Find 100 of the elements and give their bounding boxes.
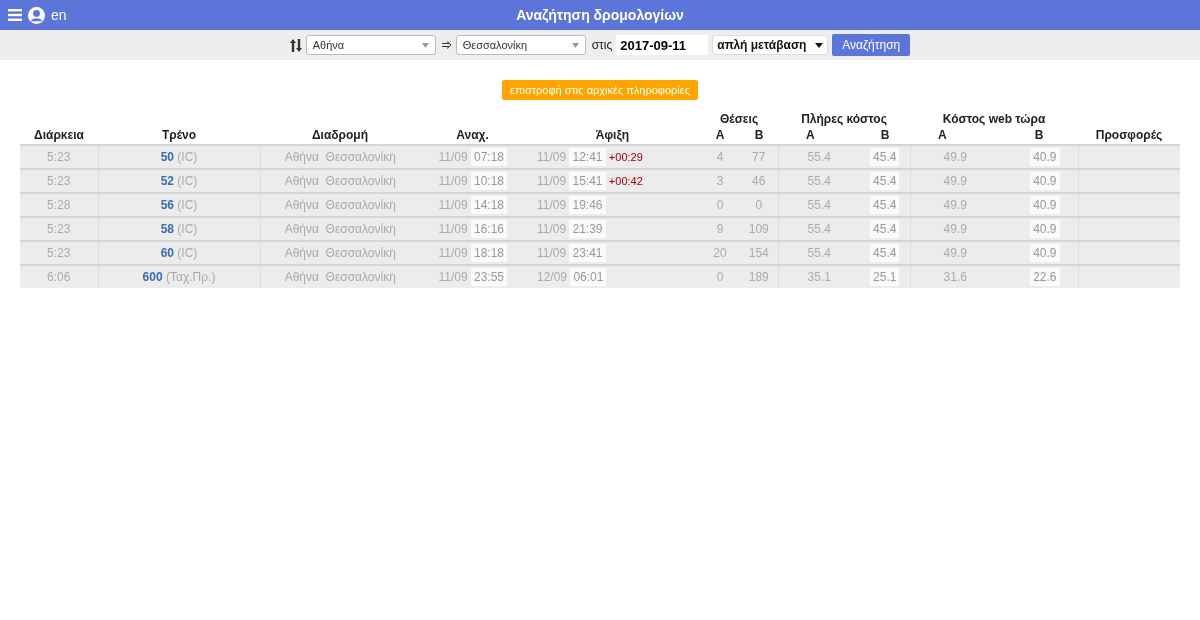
date-text: 11/09 — [438, 246, 468, 260]
date-text: 11/09 — [438, 174, 468, 188]
origin-text: Αθήνα — [284, 222, 319, 236]
train-number-link[interactable]: 52 — [160, 174, 174, 188]
date-text: 11/09 — [537, 174, 567, 188]
date-text: 12/09 — [537, 270, 568, 284]
time-text: 12:41 — [569, 148, 606, 166]
price-text: 40.9 — [1030, 172, 1060, 190]
train-type-text: (Ταχ.Πρ.) — [166, 270, 216, 284]
seats-text: 0 — [755, 198, 763, 212]
seats-text: 9 — [716, 222, 724, 236]
column-header: Διάρκεια — [34, 128, 84, 142]
column-header: Β — [1034, 128, 1044, 142]
price-text: 49.9 — [943, 174, 967, 188]
time-text: 18:18 — [470, 244, 507, 262]
column-header: Διαδρομή — [311, 128, 368, 142]
date-text: 11/09 — [537, 198, 567, 212]
time-text: 07:18 — [470, 148, 507, 166]
seats-text: 0 — [716, 270, 724, 284]
seats-text: 4 — [716, 150, 724, 164]
caret-icon — [815, 42, 824, 48]
date-text: 11/09 — [537, 150, 567, 164]
seats-text: 0 — [716, 198, 724, 212]
train-number-link[interactable]: 58 — [160, 222, 174, 236]
price-text: 45.4 — [870, 148, 900, 166]
time-text: 19:46 — [569, 196, 606, 214]
column-header: Β — [754, 128, 764, 142]
column-header: Προσφορές — [1095, 128, 1163, 142]
origin-text: Αθήνα — [284, 174, 319, 188]
seats-text: 189 — [748, 270, 769, 284]
train-type-text: (IC) — [177, 150, 198, 164]
caret-icon — [571, 42, 579, 48]
price-text: 45.4 — [870, 196, 900, 214]
train-number-link[interactable]: 600 — [142, 270, 163, 284]
train-number-link[interactable]: 60 — [160, 246, 174, 260]
seats-text: 109 — [748, 222, 769, 236]
arrow-icon — [441, 41, 452, 49]
price-text: 31.6 — [943, 270, 967, 284]
price-text: 40.9 — [1030, 196, 1060, 214]
search-button[interactable]: Αναζήτηση — [832, 34, 911, 56]
column-header: Α — [938, 128, 947, 142]
destination-text: Θεσσαλονίκη — [325, 222, 396, 236]
column-header: Τρένο — [161, 128, 197, 142]
duration-text: 5:23 — [47, 150, 71, 164]
date-text: 11/09 — [438, 198, 468, 212]
column-header: Θέσεις — [719, 112, 759, 126]
column-header: Πλήρες κόστος — [801, 112, 887, 126]
destination-text: Θεσσαλονίκη — [325, 246, 396, 260]
duration-text: 5:23 — [47, 246, 71, 260]
trip-type-select[interactable]: απλή μετάβαση — [712, 35, 829, 55]
menu-icon[interactable] — [8, 9, 22, 21]
origin-text: Αθήνα — [284, 270, 319, 284]
time-text: 14:18 — [470, 196, 507, 214]
date-field[interactable]: 2017-09-11 — [616, 35, 709, 55]
time-text: 16:16 — [470, 220, 507, 238]
duration-text: 6:06 — [47, 270, 71, 284]
column-header: Α — [715, 128, 725, 142]
price-text: 35.1 — [807, 270, 831, 284]
price-text: 40.9 — [1030, 148, 1060, 166]
price-text: 45.4 — [870, 172, 900, 190]
caret-icon — [421, 42, 429, 48]
train-number-link[interactable]: 50 — [160, 150, 174, 164]
user-icon[interactable] — [28, 6, 45, 24]
price-text: 40.9 — [1030, 244, 1060, 262]
price-text: 45.4 — [870, 244, 900, 262]
destination-text: Θεσσαλονίκη — [325, 270, 396, 284]
swap-icon[interactable] — [289, 38, 302, 52]
time-text: 06:01 — [570, 268, 607, 286]
duration-text: 5:28 — [47, 198, 71, 212]
date-text: 11/09 — [537, 222, 567, 236]
price-text: 55.4 — [807, 198, 831, 212]
date-text: 11/09 — [438, 270, 468, 284]
origin-text: Αθήνα — [284, 150, 319, 164]
seats-text: 46 — [752, 174, 766, 188]
train-number-link[interactable]: 56 — [160, 198, 174, 212]
origin-text: Αθήνα — [284, 198, 319, 212]
column-header: Κόστος web τώρα — [942, 112, 1046, 126]
train-type-text: (IC) — [177, 246, 198, 260]
column-header: Άφιξη — [595, 128, 630, 142]
price-text: 45.4 — [870, 220, 900, 238]
train-type-text: (IC) — [177, 198, 198, 212]
price-text: 49.9 — [943, 150, 967, 164]
time-text: 21:39 — [569, 220, 606, 238]
seats-text: 20 — [713, 246, 727, 260]
destination-text: Θεσσαλονίκη — [325, 150, 396, 164]
delay-text: +00:42 — [608, 175, 643, 187]
price-text: 55.4 — [807, 222, 831, 236]
duration-text: 5:23 — [47, 222, 71, 236]
price-text: 40.9 — [1030, 220, 1060, 238]
duration-text: 5:23 — [47, 174, 71, 188]
train-type-text: (IC) — [177, 222, 198, 236]
origin-select[interactable]: Αθήνα — [305, 35, 436, 55]
language-link[interactable]: en — [51, 7, 67, 23]
date-label: στις — [591, 38, 613, 52]
date-text: 11/09 — [438, 222, 468, 236]
date-text: 11/09 — [438, 150, 468, 164]
price-text: 49.9 — [943, 222, 967, 236]
destination-select[interactable]: Θεσσαλονίκη — [455, 35, 586, 55]
seats-text: 3 — [716, 174, 724, 188]
origin-text: Αθήνα — [284, 246, 319, 260]
